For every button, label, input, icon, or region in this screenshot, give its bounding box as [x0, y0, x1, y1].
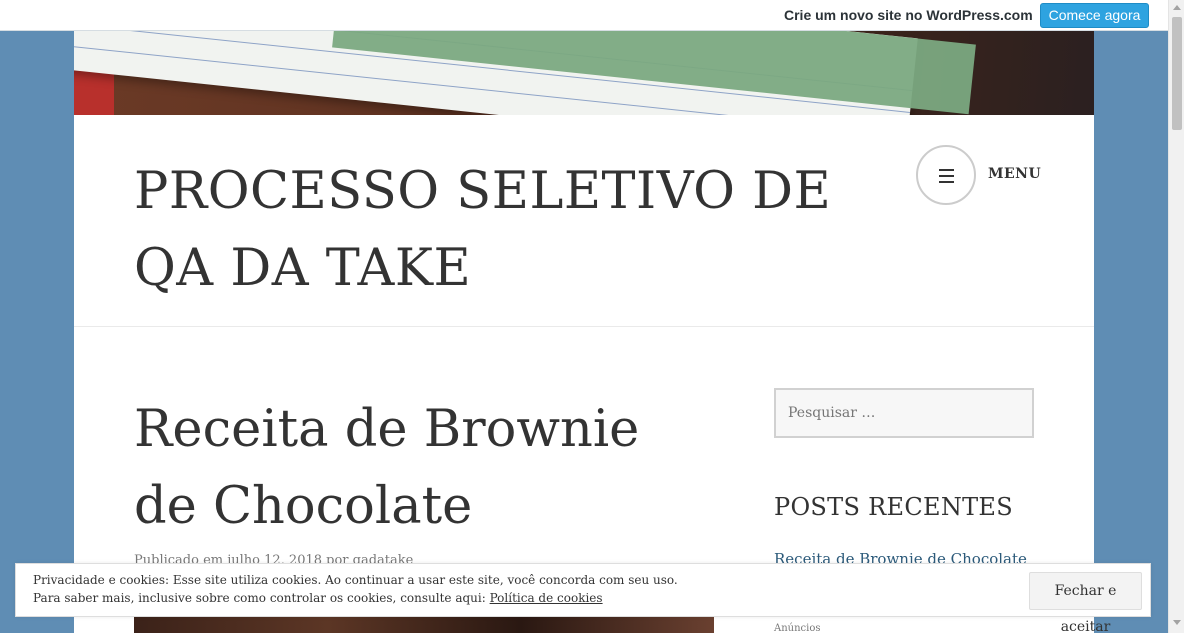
scroll-up-arrow-icon[interactable] — [1173, 5, 1181, 10]
cookie-text-line-2: Para saber mais, inclusive sobre como co… — [33, 591, 603, 605]
site-branding: PROCESSO SELETIVO DE QA DA TAKE MENU — [74, 115, 1094, 327]
menu-label[interactable]: MENU — [988, 166, 1041, 182]
close-and-accept-button[interactable]: Fechar e aceitar — [1029, 572, 1142, 633]
search-input[interactable]: Pesquisar … — [774, 388, 1034, 438]
page-scrollbar[interactable] — [1168, 0, 1184, 633]
scrollbar-thumb[interactable] — [1172, 17, 1182, 130]
header-image — [74, 31, 1094, 115]
cookie-policy-link[interactable]: Política de cookies — [490, 591, 603, 605]
cookie-banner: Privacidade e cookies: Esse site utiliza… — [15, 563, 1151, 633]
create-site-link[interactable]: Crie um novo site no WordPress.com — [784, 7, 1033, 23]
recent-posts-title: POSTS RECENTES — [774, 493, 1013, 521]
site-page: PROCESSO SELETIVO DE QA DA TAKE MENU Rec… — [74, 31, 1094, 633]
post-featured-image — [134, 617, 714, 633]
search-placeholder: Pesquisar … — [788, 405, 876, 421]
site-title[interactable]: PROCESSO SELETIVO DE QA DA TAKE — [134, 153, 874, 307]
post-title[interactable]: Receita de Brownie de Chocolate — [134, 391, 694, 545]
cookie-text-line-1: Privacidade e cookies: Esse site utiliza… — [33, 573, 678, 587]
cookie-text-prefix: Para saber mais, inclusive sobre como co… — [33, 591, 490, 605]
menu-toggle-button[interactable] — [916, 145, 976, 205]
wpcom-banner: Crie um novo site no WordPress.com Comec… — [0, 0, 1168, 31]
ads-label: Anúncios — [774, 623, 821, 633]
scroll-down-arrow-icon[interactable] — [1173, 620, 1181, 625]
hamburger-icon — [939, 169, 954, 187]
start-now-button[interactable]: Comece agora — [1040, 3, 1149, 28]
